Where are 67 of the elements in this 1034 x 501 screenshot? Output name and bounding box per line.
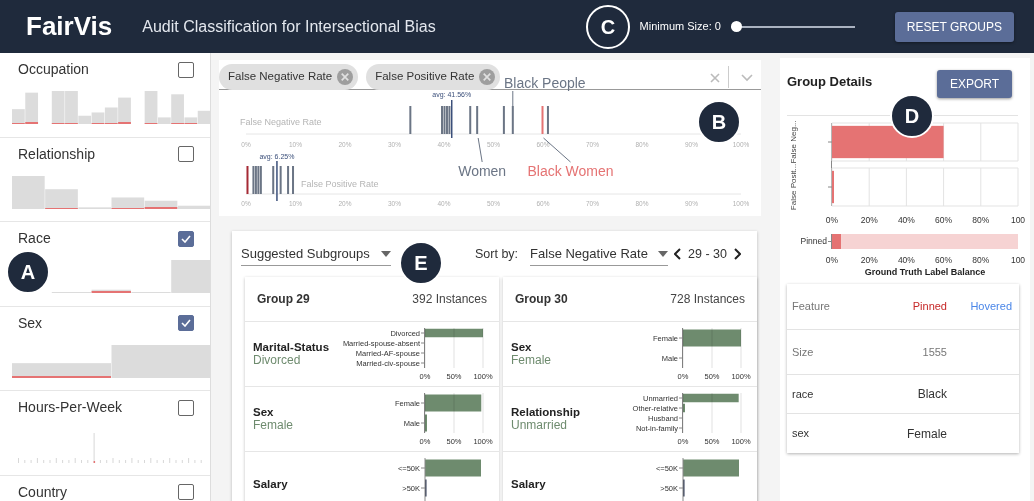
axis-title: False Negative Rate — [240, 117, 322, 127]
tick-label: 0% — [825, 215, 839, 225]
filter-chip[interactable]: False Positive Rate — [366, 64, 501, 90]
column-header: Hovered — [969, 299, 1013, 315]
category-label: Pinned — [800, 236, 827, 247]
reset-button[interactable]: RESET GROUPS — [894, 11, 1014, 42]
tick-label: 100 — [1010, 255, 1025, 265]
group-title: Group 30 — [515, 291, 568, 308]
tick-label: 60% — [935, 255, 953, 265]
panel-title: Group Details — [787, 73, 873, 91]
sort-label: Sort by: — [475, 245, 519, 263]
feature-name: Sex — [18, 313, 43, 333]
axis-title: Ground Truth Label Balance — [864, 267, 986, 277]
category-label: False Posit... — [789, 163, 798, 211]
callout-marker: E — [399, 241, 443, 285]
feature-name: Sex — [253, 406, 275, 419]
tick-label: 0% — [825, 255, 839, 265]
feature-name: Race — [18, 229, 51, 248]
annotation-label: Black Women — [527, 163, 614, 179]
feature-value: Female — [253, 418, 294, 432]
tick-label: 20% — [860, 215, 878, 225]
feature-name: Salary — [253, 477, 289, 491]
tick-label: 20% — [860, 255, 878, 265]
table-cell-text: Size — [791, 344, 815, 360]
callout-marker: A — [6, 250, 50, 294]
feature-name: Relationship — [18, 144, 96, 164]
feature-name: Hours-Per-Week — [18, 398, 122, 417]
category-label: False Neg... — [789, 120, 798, 164]
slider-label: Minimum Size: 0 — [639, 19, 721, 35]
table-cell-text: race — [791, 386, 815, 402]
feature-name: Country — [18, 482, 68, 501]
axis-title: False Positive Rate — [301, 179, 379, 189]
column-header: Feature — [791, 299, 831, 315]
column-header: Pinned — [911, 299, 947, 315]
tick-label: 100 — [1010, 215, 1025, 225]
feature-name: Marital-Status — [253, 341, 331, 354]
table-cell-text: Black — [916, 386, 947, 403]
subgroup-select[interactable]: Suggested Subgroups — [241, 242, 391, 266]
group-title: Group 29 — [257, 291, 310, 308]
feature-value: Divorced — [253, 353, 302, 367]
annotation-label: Women — [458, 163, 507, 179]
feature-name: Sex — [511, 341, 533, 354]
feature-name: Salary — [511, 477, 547, 491]
app-logo: FairVis — [26, 10, 113, 43]
tick-label: 60% — [935, 215, 953, 225]
table-cell-text: sex — [791, 426, 811, 442]
table-cell-text: 1555 — [921, 344, 947, 360]
tick-label: 40% — [897, 255, 915, 265]
page-range: 29 - 30 — [688, 245, 727, 263]
instance-count: 392 Instances — [412, 291, 487, 308]
export-button[interactable]: EXPORT — [936, 70, 1012, 98]
annotation-label: Black People — [503, 75, 586, 91]
filter-chip[interactable]: False Negative Rate — [219, 64, 359, 90]
feature-name: Relationship — [511, 406, 581, 419]
tick-label: 80% — [972, 215, 990, 225]
callout-marker: D — [890, 94, 934, 138]
app-subtitle: Audit Classification for Intersectional Bias — [142, 16, 436, 37]
sort-select[interactable]: False Negative Rate — [530, 242, 669, 266]
callout-marker: C — [586, 5, 630, 49]
feature-name: Occupation — [18, 60, 89, 79]
table-cell-text: Female — [906, 425, 947, 443]
feature-value: Female — [511, 353, 552, 367]
instance-count: 728 Instances — [670, 291, 745, 308]
tick-label: 40% — [897, 215, 915, 225]
tick-label: 80% — [972, 255, 990, 265]
callout-marker: B — [697, 100, 741, 144]
feature-value: Unmarried — [511, 418, 567, 432]
